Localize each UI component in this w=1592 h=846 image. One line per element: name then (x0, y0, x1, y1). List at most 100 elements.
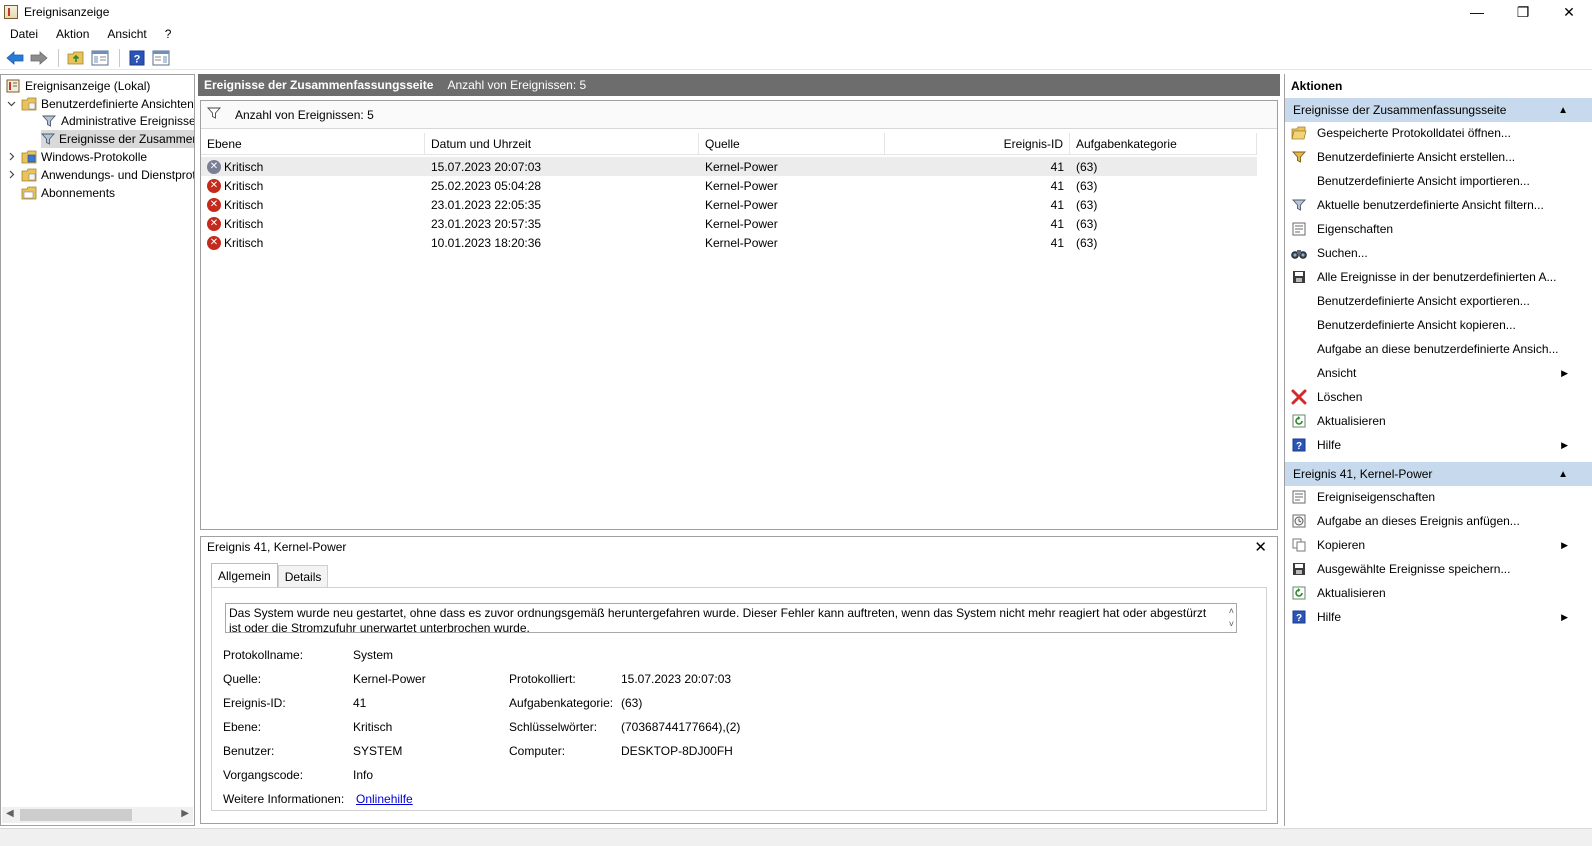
menu-aktion[interactable]: Aktion (46, 27, 97, 41)
scroll-down-icon[interactable]: ˅ (1229, 618, 1234, 631)
action-save-all-events[interactable]: Alle Ereignisse in der benutzerdefiniert… (1285, 266, 1592, 288)
table-row[interactable]: ✕ Kritisch 15.07.2023 20:07:03 Kernel-Po… (201, 157, 1257, 176)
action-copy-custom-view[interactable]: Benutzerdefinierte Ansicht kopieren... (1285, 314, 1592, 336)
tree-item-subscriptions[interactable]: Abonnements (21, 184, 115, 202)
details-title: Ereignis 41, Kernel-Power (207, 540, 347, 554)
action-view-submenu[interactable]: Ansicht ▶ (1285, 362, 1592, 384)
column-header-event-id[interactable]: Ereignis-ID (885, 133, 1070, 155)
action-save-selected-events[interactable]: Ausgewählte Ereignisse speichern... (1285, 558, 1592, 580)
tab-allgemein[interactable]: Allgemein (211, 563, 278, 587)
action-attach-task-to-event[interactable]: Aufgabe an dieses Ereignis anfügen... (1285, 510, 1592, 532)
center-pane-header: Ereignisse der Zusammenfassungsseite Anz… (198, 74, 1280, 96)
column-header-source[interactable]: Quelle (699, 133, 885, 155)
event-description-text: Das System wurde neu gestartet, ohne das… (229, 606, 1207, 633)
help-icon: ? (1291, 609, 1307, 625)
table-row[interactable]: ✕ Kritisch 25.02.2023 05:04:28 Kernel-Po… (201, 176, 1257, 195)
forward-button[interactable] (28, 47, 50, 69)
logged-value: 15.07.2023 20:07:03 (621, 672, 732, 686)
chevron-down-icon[interactable] (5, 99, 17, 110)
action-help-submenu[interactable]: ? Hilfe ▶ (1285, 434, 1592, 456)
row-category: (63) (1076, 178, 1098, 193)
delete-icon (1291, 389, 1307, 405)
collapse-icon[interactable]: ▲ (1558, 105, 1568, 116)
table-row[interactable]: ✕ Kritisch 10.01.2023 18:20:36 Kernel-Po… (201, 233, 1257, 252)
row-datetime: 10.01.2023 18:20:36 (431, 235, 542, 250)
source-label: Quelle: (223, 672, 262, 686)
submenu-arrow-icon: ▶ (1561, 611, 1568, 622)
action-delete[interactable]: Löschen (1285, 386, 1592, 408)
open-folder-button[interactable] (65, 47, 87, 69)
show-hide-action-pane-button[interactable] (150, 47, 172, 69)
table-row[interactable]: ✕ Kritisch 23.01.2023 20:57:35 Kernel-Po… (201, 214, 1257, 233)
row-datetime: 25.02.2023 05:04:28 (431, 178, 542, 193)
action-properties[interactable]: Eigenschaften (1285, 218, 1592, 240)
menu-ansicht[interactable]: Ansicht (97, 27, 154, 41)
action-import-custom-view[interactable]: Benutzerdefinierte Ansicht importieren..… (1285, 170, 1592, 192)
copy-icon (1291, 537, 1307, 553)
help-icon: ? (1291, 437, 1307, 453)
critical-error-icon: ✕ (207, 197, 221, 212)
toolbar: ? (0, 46, 1592, 70)
scroll-left-icon[interactable]: ◀ (6, 808, 14, 819)
menu-help[interactable]: ? (155, 27, 180, 41)
tree-item-admin-events[interactable]: Administrative Ereignisse (41, 112, 195, 130)
chevron-right-icon[interactable] (5, 152, 17, 163)
column-header-level[interactable]: Ebene (201, 133, 425, 155)
close-button[interactable]: ✕ (1546, 0, 1592, 24)
collapse-icon[interactable]: ▲ (1558, 469, 1568, 480)
scrollbar-thumb[interactable] (20, 809, 132, 821)
action-label: Benutzerdefinierte Ansicht importieren..… (1317, 174, 1530, 188)
task-clock-icon (1291, 513, 1307, 529)
chevron-right-icon[interactable] (5, 170, 17, 181)
action-refresh[interactable]: Aktualisieren (1285, 410, 1592, 432)
tree-item-windows-logs[interactable]: Windows-Protokolle (5, 148, 147, 166)
action-copy-submenu[interactable]: Kopieren ▶ (1285, 534, 1592, 556)
tab-details[interactable]: Details (277, 565, 329, 587)
properties-icon (1291, 489, 1307, 505)
action-create-custom-view[interactable]: Benutzerdefinierte Ansicht erstellen... (1285, 146, 1592, 168)
row-level: Kritisch (224, 178, 264, 193)
table-row[interactable]: ✕ Kritisch 23.01.2023 22:05:35 Kernel-Po… (201, 195, 1257, 214)
minimize-button[interactable]: — (1454, 0, 1500, 24)
action-event-properties[interactable]: Ereigniseigenschaften (1285, 486, 1592, 508)
details-close-icon[interactable]: ✕ (1254, 538, 1267, 556)
scroll-up-icon[interactable]: ˄ (1229, 605, 1234, 618)
back-button[interactable] (4, 47, 26, 69)
action-find[interactable]: Suchen... (1285, 242, 1592, 264)
action-open-saved-log[interactable]: Gespeicherte Protokolldatei öffnen... (1285, 122, 1592, 144)
tree-item-admin-events-label: Administrative Ereignisse (61, 114, 195, 128)
folder-icon (21, 149, 37, 165)
log-name-value: System (353, 648, 394, 662)
row-event-id: 41 (1050, 159, 1064, 174)
filter-bar: Anzahl von Ereignissen: 5 (201, 101, 1277, 129)
action-filter-current-view[interactable]: Aktuelle benutzerdefinierte Ansicht filt… (1285, 194, 1592, 216)
actions-section-event[interactable]: Ereignis 41, Kernel-Power ▲ (1285, 462, 1592, 486)
filter-icon (1291, 197, 1307, 213)
tree-item-summary-events[interactable]: Ereignisse der Zusammenfassungsseite (41, 130, 194, 148)
online-help-link[interactable]: Onlinehilfe (356, 792, 413, 806)
action-label: Ausgewählte Ereignisse speichern... (1317, 562, 1511, 576)
action-label: Benutzerdefinierte Ansicht erstellen... (1317, 150, 1516, 164)
action-refresh-event[interactable]: Aktualisieren (1285, 582, 1592, 604)
menu-datei[interactable]: Datei (0, 27, 46, 41)
tree-item-app-logs[interactable]: Anwendungs- und Dienstprotokolle (5, 166, 194, 184)
tree-horizontal-scrollbar[interactable]: ◀ ▶ (2, 807, 193, 823)
tree-item-root[interactable]: Ereignisanzeige (Lokal) (5, 77, 150, 95)
action-export-custom-view[interactable]: Benutzerdefinierte Ansicht exportieren..… (1285, 290, 1592, 312)
show-hide-tree-button[interactable] (89, 47, 111, 69)
actions-section-summary[interactable]: Ereignisse der Zusammenfassungsseite ▲ (1285, 98, 1592, 122)
action-label: Ereigniseigenschaften (1317, 490, 1436, 504)
tree-item-custom-views[interactable]: Benutzerdefinierte Ansichten (5, 95, 194, 113)
action-attach-task-to-view[interactable]: Aufgabe an diese benutzerdefinierte Ansi… (1285, 338, 1592, 360)
restore-button[interactable]: ❐ (1500, 0, 1546, 24)
row-event-id: 41 (1050, 235, 1064, 250)
column-header-task-category[interactable]: Aufgabenkategorie (1070, 133, 1257, 155)
column-header-datetime[interactable]: Datum und Uhrzeit (425, 133, 699, 155)
action-help-event-submenu[interactable]: ? Hilfe ▶ (1285, 606, 1592, 628)
submenu-arrow-icon: ▶ (1561, 539, 1568, 550)
help-button[interactable]: ? (126, 47, 148, 69)
event-description[interactable]: Das System wurde neu gestartet, ohne das… (225, 603, 1237, 633)
scroll-right-icon[interactable]: ▶ (181, 808, 189, 819)
description-scroll-arrows[interactable]: ˄ ˅ (1229, 605, 1234, 631)
row-source: Kernel-Power (705, 159, 778, 174)
